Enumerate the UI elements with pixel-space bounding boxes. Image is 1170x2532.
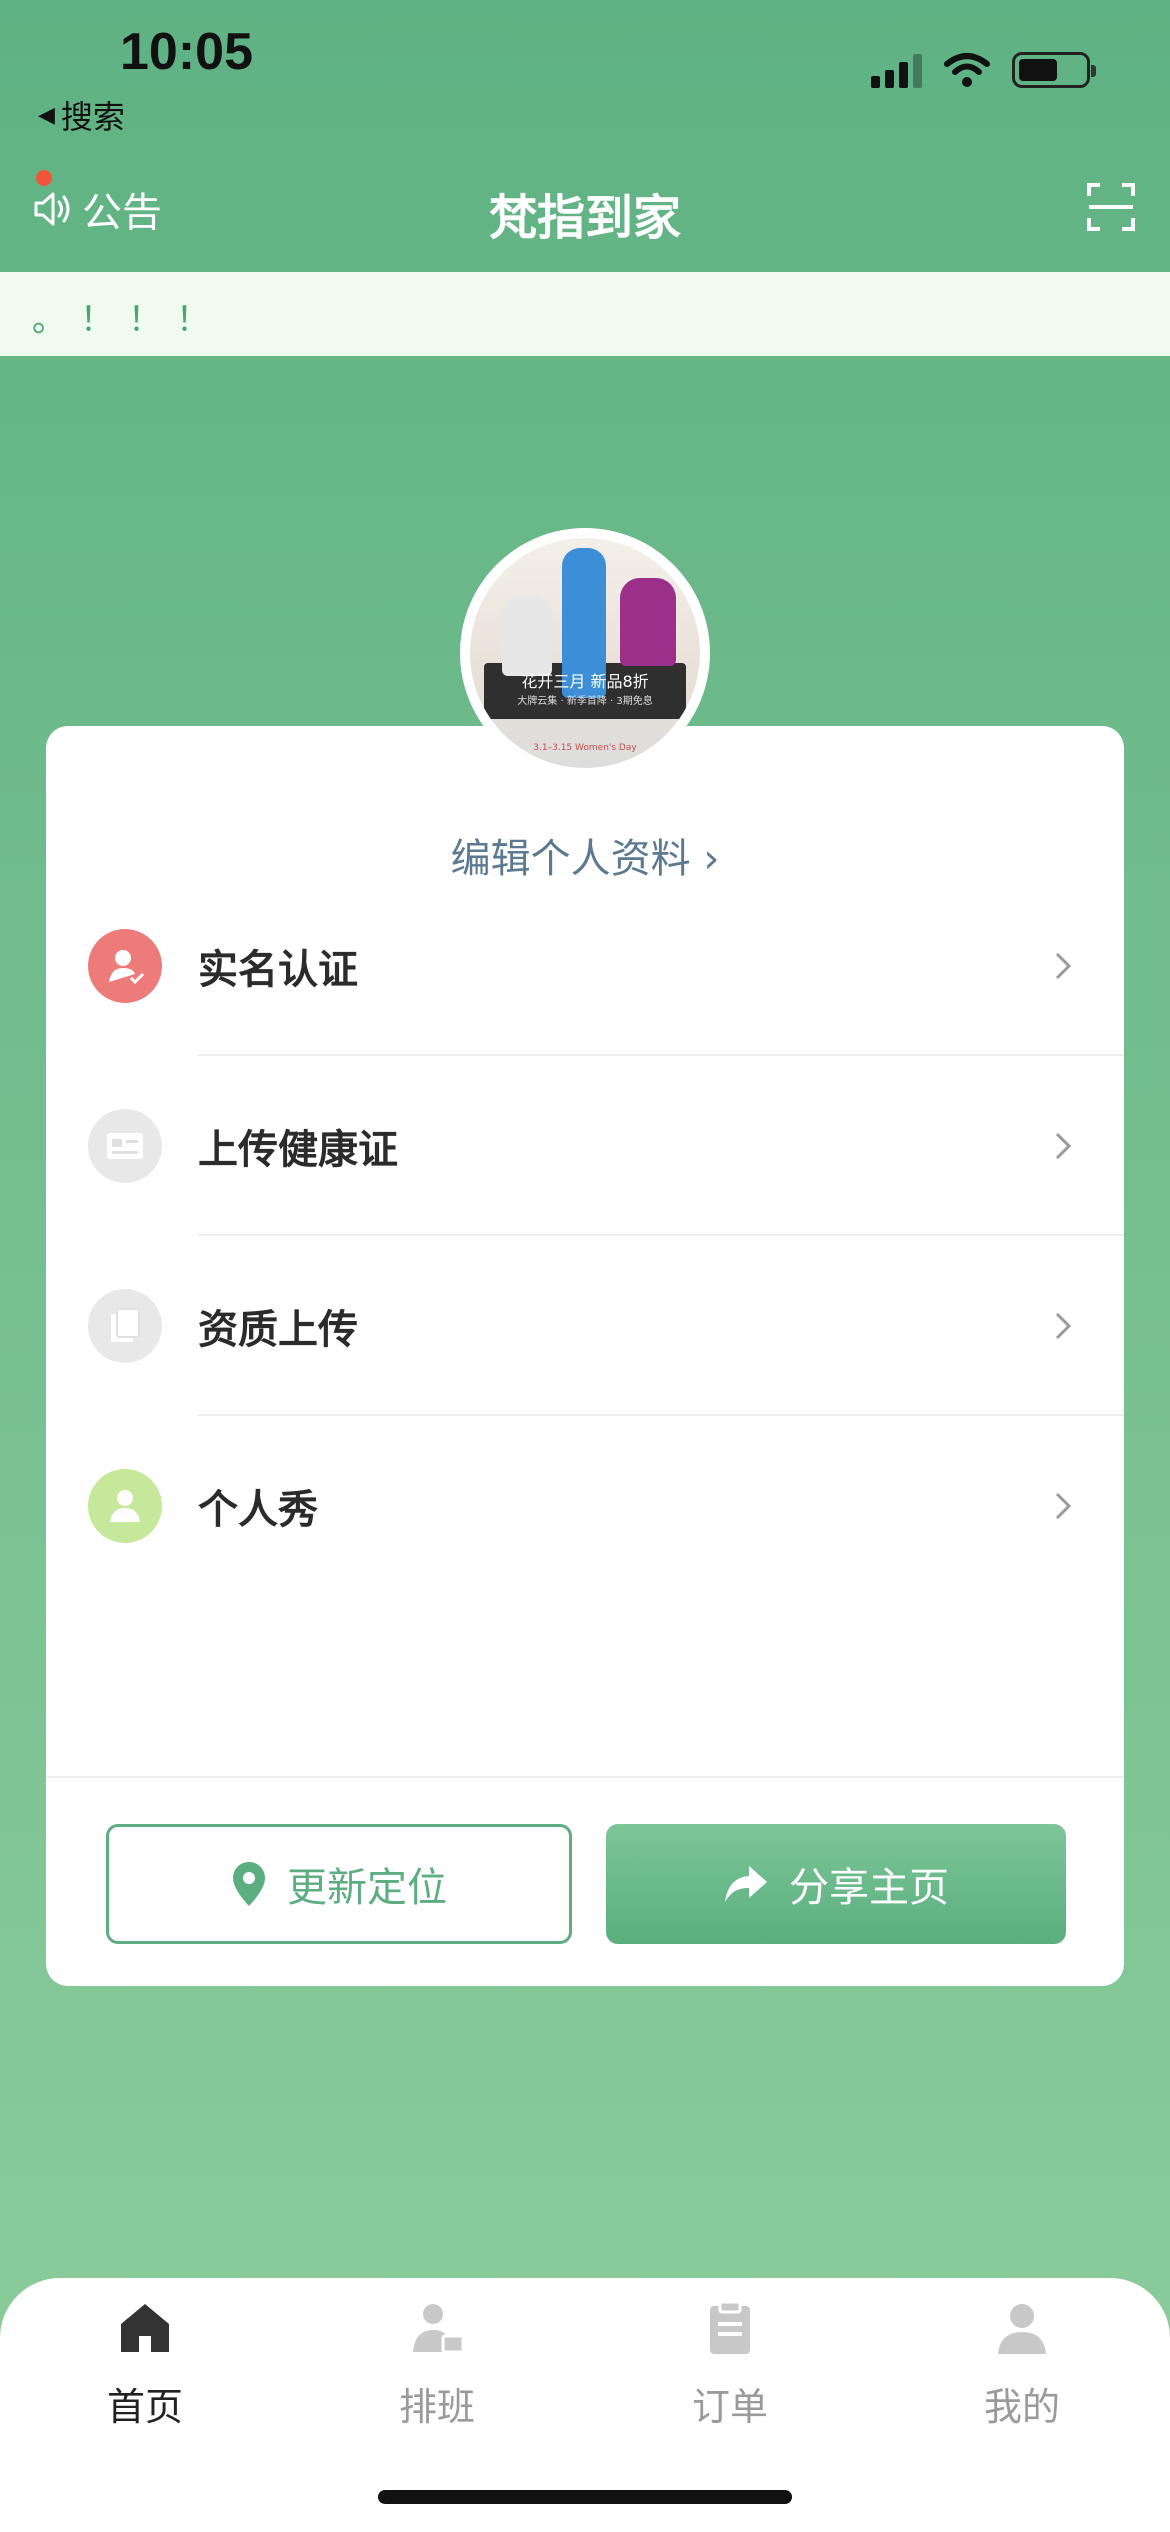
menu-item-upload-health-certificate[interactable]: 上传健康证 bbox=[46, 1056, 1124, 1236]
share-homepage-label: 分享主页 bbox=[789, 1865, 949, 1911]
update-location-label: 更新定位 bbox=[287, 1865, 447, 1911]
user-icon bbox=[998, 2304, 1046, 2354]
status-time: 10:05 bbox=[120, 23, 253, 81]
profile-card: 编辑个人资料 › 实名认证 上传健康证 资质上传 个人秀 更新定位 分享主页 bbox=[46, 726, 1124, 1986]
page-title: 梵指到家 bbox=[488, 190, 681, 246]
announcement-marquee[interactable]: 。！！！ bbox=[0, 272, 1170, 356]
menu-item-label: 上传健康证 bbox=[198, 1127, 398, 1173]
wifi-icon bbox=[944, 53, 990, 87]
menu-item-real-name-verification[interactable]: 实名认证 bbox=[46, 876, 1124, 1056]
menu-item-qualification-upload[interactable]: 资质上传 bbox=[46, 1236, 1124, 1416]
home-icon bbox=[121, 2304, 169, 2352]
health-card-icon bbox=[88, 1109, 162, 1183]
avatar-image: 花开三月 新品8折 大牌云集 · 新季首降 · 3期免息 3.1–3.15 Wo… bbox=[470, 538, 700, 768]
share-homepage-button[interactable]: 分享主页 bbox=[606, 1824, 1066, 1944]
avatar-promo-text: 花开三月 新品8折 bbox=[521, 672, 649, 691]
tab-mine[interactable]: 我的 bbox=[922, 2298, 1122, 2431]
back-triangle-icon: ◀ bbox=[38, 102, 55, 128]
id-verify-icon bbox=[88, 929, 162, 1003]
update-location-button[interactable]: 更新定位 bbox=[106, 1824, 572, 1944]
schedule-icon bbox=[413, 2304, 465, 2354]
tab-home[interactable]: 首页 bbox=[45, 2298, 245, 2431]
avatar[interactable]: 花开三月 新品8折 大牌云集 · 新季首降 · 3期免息 3.1–3.15 Wo… bbox=[460, 528, 710, 778]
avatar-date-text: 3.1–3.15 Women's Day bbox=[533, 743, 637, 753]
cellular-signal-icon bbox=[871, 52, 922, 88]
battery-icon bbox=[1012, 52, 1096, 88]
scan-icon[interactable] bbox=[1086, 182, 1136, 232]
location-pin-icon bbox=[233, 1862, 265, 1906]
tab-label: 我的 bbox=[983, 2385, 1060, 2429]
tab-orders[interactable]: 订单 bbox=[630, 2298, 830, 2431]
avatar-promo-subtext: 大牌云集 · 新季首降 · 3期免息 bbox=[517, 696, 653, 707]
status-bar: 10:05 ◀ 搜索 bbox=[0, 0, 1170, 150]
clipboard-icon bbox=[710, 2300, 750, 2354]
menu-item-label: 个人秀 bbox=[198, 1487, 318, 1533]
tab-label: 首页 bbox=[106, 2385, 183, 2429]
status-icons bbox=[871, 52, 1096, 88]
chevron-right-icon bbox=[1055, 1492, 1072, 1520]
tab-label: 排班 bbox=[398, 2385, 475, 2429]
home-indicator bbox=[378, 2490, 792, 2504]
tab-label: 订单 bbox=[691, 2385, 768, 2429]
back-to-app-link[interactable]: ◀ 搜索 bbox=[38, 92, 125, 138]
chevron-right-icon bbox=[1055, 1132, 1072, 1160]
profile-menu: 实名认证 上传健康证 资质上传 个人秀 bbox=[46, 876, 1124, 1596]
share-arrow-icon bbox=[725, 1866, 767, 1902]
card-divider bbox=[46, 1776, 1124, 1778]
menu-item-personal-show[interactable]: 个人秀 bbox=[46, 1416, 1124, 1596]
back-app-label: 搜索 bbox=[60, 98, 125, 136]
document-icon bbox=[88, 1289, 162, 1363]
menu-item-label: 资质上传 bbox=[198, 1307, 358, 1353]
person-icon bbox=[88, 1469, 162, 1543]
chevron-right-icon bbox=[1055, 952, 1072, 980]
menu-item-label: 实名认证 bbox=[198, 947, 358, 993]
chevron-right-icon bbox=[1055, 1312, 1072, 1340]
nav-bar: 公告 梵指到家 bbox=[0, 160, 1170, 270]
tab-schedule[interactable]: 排班 bbox=[337, 2298, 537, 2431]
